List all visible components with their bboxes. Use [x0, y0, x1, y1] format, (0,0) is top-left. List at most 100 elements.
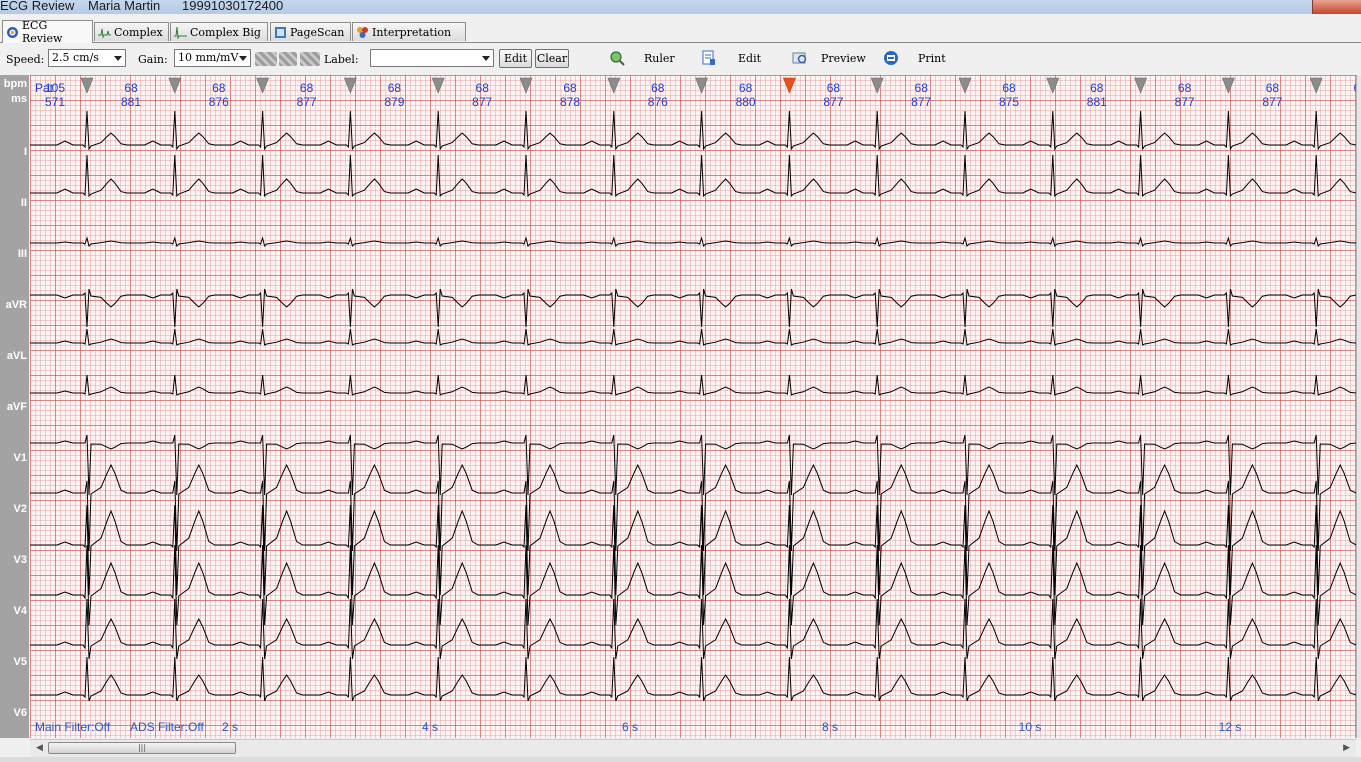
horizontal-scrollbar[interactable]: ◀ ||| ▶ — [30, 739, 1356, 757]
ecg-trace-avl — [30, 328, 1356, 346]
speed-value: 2.5 cm/s — [52, 51, 99, 64]
tab-label: ECG Review — [22, 19, 63, 45]
print-button[interactable]: Print — [918, 52, 946, 65]
selected-beat-marker[interactable] — [782, 77, 796, 94]
rr-interval-value: 877 — [1175, 95, 1195, 109]
beat-marker[interactable] — [343, 77, 357, 94]
vertical-scrollbar[interactable] — [1356, 75, 1361, 738]
scroll-thumb[interactable]: ||| — [48, 742, 236, 754]
lead-label-iii: III — [17, 248, 27, 260]
tab-bar: ECG Review Complex Complex Big PageScan … — [0, 19, 1361, 45]
lead-label-v3: V3 — [13, 554, 27, 566]
tab-complex[interactable]: Complex — [94, 22, 169, 41]
lead-label-v2: V2 — [13, 503, 27, 515]
rr-interval-value: 881 — [121, 95, 141, 109]
rr-interval-value: 877 — [1262, 95, 1282, 109]
ms-axis-label: ms — [11, 93, 27, 105]
complex-waveform-icon — [98, 26, 111, 39]
beat-marker[interactable] — [958, 77, 972, 94]
bpm-value: 68 — [212, 81, 226, 95]
rr-interval-value: 880 — [736, 95, 756, 109]
beat-marker[interactable] — [80, 77, 94, 94]
gain-select[interactable]: 10 mm/mV — [174, 49, 251, 67]
rr-interval-value: 877 — [472, 95, 492, 109]
gain-label: Gain: — [138, 53, 168, 66]
edit-button[interactable]: Edit — [499, 49, 532, 68]
tab-complex-big[interactable]: Complex Big — [170, 22, 268, 41]
close-button[interactable] — [1312, 0, 1361, 14]
bpm-value: 68 — [388, 81, 402, 95]
bpm-value: 68 — [300, 81, 314, 95]
beat-marker[interactable] — [1309, 77, 1323, 94]
clear-button[interactable]: Clear — [535, 49, 569, 68]
app-title: ECG Review — [0, 0, 75, 13]
ecg-review-icon — [6, 26, 19, 39]
lead-label-avr: aVR — [5, 299, 27, 311]
main-filter-status: Main Filter:Off — [35, 720, 111, 734]
tab-pagescan[interactable]: PageScan — [270, 22, 351, 41]
patient-name: Maria Martin — [88, 0, 161, 13]
lead-label-v5: V5 — [13, 656, 27, 668]
ruler-icon[interactable] — [609, 50, 625, 66]
rr-interval-value: 877 — [911, 95, 931, 109]
rr-interval-value: 877 — [297, 95, 317, 109]
tab-label: Complex — [114, 25, 163, 39]
lead-label-v1: V1 — [13, 452, 27, 464]
pagescan-icon — [274, 26, 287, 39]
label-select[interactable] — [370, 49, 494, 67]
bpm-value: 68 — [1002, 81, 1016, 95]
ecg-trace-v4 — [30, 544, 1356, 626]
beat-marker[interactable] — [256, 77, 270, 94]
ads-filter-status: ADS Filter:Off — [130, 720, 204, 734]
ecg-trace-v1 — [30, 434, 1356, 496]
speed-select[interactable]: 2.5 cm/s — [48, 49, 126, 67]
lead-label-avl: aVL — [6, 350, 27, 362]
print-icon[interactable] — [883, 50, 899, 66]
bpm-value: 68 — [1090, 81, 1104, 95]
lead-label-avf: aVF — [6, 401, 27, 413]
beat-marker[interactable] — [607, 77, 621, 94]
preview-button[interactable]: Preview — [821, 52, 866, 65]
ecg-trace-avr — [30, 288, 1356, 328]
speed-label: Speed: — [6, 53, 45, 66]
edit-tool-button[interactable]: Edit — [738, 52, 761, 65]
bpm-value: 68 — [1178, 81, 1192, 95]
complex-big-waveform-icon — [174, 26, 187, 40]
redacted-icon — [300, 52, 320, 66]
ecg-trace-avf — [30, 374, 1356, 396]
bpm-value: 68 — [1266, 81, 1280, 95]
beat-marker[interactable] — [519, 77, 533, 94]
label-label: Label: — [324, 53, 359, 66]
tab-interpretation[interactable]: Interpretation — [352, 22, 466, 41]
bpm-value: 68 — [915, 81, 929, 95]
beat-marker[interactable] — [695, 77, 709, 94]
bpm-value: 68 — [124, 81, 138, 95]
beat-marker[interactable] — [1134, 77, 1148, 94]
bpm-value: 68 — [563, 81, 577, 95]
lead-label-i: I — [23, 146, 27, 158]
beat-marker[interactable] — [1221, 77, 1235, 94]
lead-label-v4: V4 — [13, 605, 27, 617]
rr-interval-value: 875 — [999, 95, 1019, 109]
ruler-button[interactable]: Ruler — [644, 52, 675, 65]
toolbar: Speed: 2.5 cm/s Gain: 10 mm/mV Label: Ed… — [0, 44, 1361, 72]
beat-marker[interactable] — [870, 77, 884, 94]
ecg-traces: 1056868686868686868686868686868686571881… — [30, 77, 1356, 734]
preview-icon[interactable] — [792, 50, 808, 66]
beat-marker[interactable] — [1046, 77, 1060, 94]
scroll-left-icon[interactable]: ◀ — [36, 743, 43, 753]
tab-ecg-review[interactable]: ECG Review — [2, 19, 93, 45]
ecg-strip[interactable]: 1056868686868686868686868686868686571881… — [30, 75, 1356, 738]
scroll-right-icon[interactable]: ▶ — [1343, 743, 1350, 753]
beat-marker[interactable] — [168, 77, 182, 94]
lead-label-v6: V6 — [13, 707, 27, 719]
ecg-trace-v2 — [30, 463, 1356, 552]
ecg-trace-iii — [30, 236, 1356, 247]
bpm-value: 68 — [739, 81, 753, 95]
edit-document-icon[interactable] — [701, 50, 717, 66]
bpm-axis-label: bpm — [3, 78, 27, 90]
time-axis-label: 10 s — [1019, 720, 1042, 734]
time-axis-label: 6 s — [622, 720, 638, 734]
beat-marker[interactable] — [431, 77, 445, 94]
chevron-down-icon — [239, 56, 247, 61]
